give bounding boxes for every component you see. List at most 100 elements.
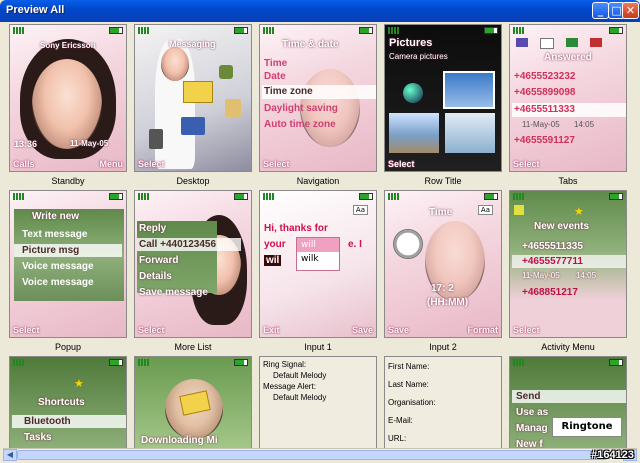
- menu-item[interactable]: New f: [516, 439, 543, 448]
- tile-caption: More List: [174, 342, 212, 352]
- input-mode: Aa: [352, 205, 368, 215]
- event-item[interactable]: +468851217: [522, 287, 578, 298]
- menu-item-selected[interactable]: Send: [516, 391, 540, 402]
- menu-item[interactable]: Time: [264, 58, 287, 69]
- typed-word[interactable]: wil: [264, 255, 282, 266]
- call-time: 14:05: [574, 120, 595, 129]
- tab-icon[interactable]: [516, 38, 528, 47]
- info-label: Message Alert:: [263, 382, 316, 391]
- call-number[interactable]: +4655523232: [514, 71, 575, 82]
- input-title: Time: [429, 207, 453, 218]
- tab-icon-active[interactable]: [540, 38, 554, 49]
- menu-title: Time & date: [282, 39, 339, 50]
- tab-icon[interactable]: [514, 205, 524, 215]
- menu-item[interactable]: Daylight saving: [264, 103, 338, 114]
- list-item[interactable]: Forward: [139, 255, 178, 266]
- operator-name: Sony Ericsson: [40, 41, 96, 50]
- input-mode: Aa: [477, 205, 493, 215]
- battery-icon: [109, 27, 123, 34]
- softkey-left: Calls: [13, 159, 35, 169]
- shortcuts-title: Shortcuts: [38, 397, 85, 408]
- suggestion-item[interactable]: wilk: [297, 252, 339, 266]
- phone-screen: Time & date Time Date Time zone Daylight…: [259, 24, 377, 172]
- event-item-selected[interactable]: +4655577711: [522, 256, 583, 267]
- suggestion-selected[interactable]: will: [297, 238, 339, 252]
- popup-item[interactable]: Text message: [22, 229, 87, 240]
- time-value[interactable]: 17: 2: [431, 283, 454, 294]
- menu-item[interactable]: Manag: [516, 423, 548, 434]
- menu-item[interactable]: Use as: [516, 407, 548, 418]
- tile-caption: Row Title: [424, 176, 462, 186]
- ring-signal-panel: Ring Signal: Default Melody Message Aler…: [259, 356, 377, 448]
- picture-thumbnail[interactable]: [389, 113, 439, 153]
- watermark: #164123: [591, 449, 634, 461]
- info-value: Default Melody: [273, 371, 327, 380]
- close-button[interactable]: ✕: [622, 2, 639, 19]
- phone-screen: Answered +4655523232 +4655899098 +465551…: [509, 24, 627, 172]
- ringtone-popup: Ringtone: [552, 417, 622, 437]
- contacts-icon: [181, 117, 205, 135]
- tab-icon[interactable]: [566, 38, 578, 47]
- phone-screen: ★ New events +4655511335 +4655577711 11-…: [509, 190, 627, 338]
- scroll-thumb[interactable]: [17, 450, 607, 460]
- time-format: (HH:MM): [427, 297, 469, 308]
- message-text: your: [264, 239, 286, 250]
- softkey-left: Select: [388, 159, 415, 169]
- tile-caption: Navigation: [296, 176, 340, 186]
- clock-date: 11-May-05: [70, 139, 109, 148]
- event-time: 14:05: [576, 271, 597, 280]
- suggestion-list[interactable]: will wilk: [296, 237, 340, 271]
- list-item[interactable]: Reply: [139, 223, 166, 234]
- phone-screen: Pictures Camera pictures Select: [384, 24, 502, 172]
- envelope-icon: [183, 81, 213, 103]
- desktop-title: Messaging: [169, 39, 216, 49]
- phone-screen: Sony Ericsson 13:36 11-May-05 Calls Menu: [9, 24, 127, 172]
- message-text: e. I: [348, 239, 362, 250]
- list-item-selected[interactable]: Call +440123456: [139, 239, 216, 250]
- picture-thumbnail-selected[interactable]: [443, 71, 495, 109]
- row-title: Pictures: [389, 37, 433, 49]
- tile-caption: Input 2: [429, 342, 457, 352]
- tile-caption: Popup: [54, 342, 82, 352]
- preview-area: Sony Ericsson 13:36 11-May-05 Calls Menu…: [3, 22, 637, 448]
- list-item[interactable]: Details: [139, 271, 172, 282]
- shortcut-item[interactable]: Tasks: [24, 432, 52, 443]
- phone-screen: Reply Call +440123456 Forward Details Sa…: [134, 190, 252, 338]
- phone-screen: Downloading Mi: [134, 356, 252, 448]
- title-bar: Preview All _ □ ✕: [0, 0, 640, 22]
- download-text: Downloading Mi: [141, 435, 218, 446]
- menu-item[interactable]: Auto time zone: [264, 119, 336, 130]
- menu-item-selected[interactable]: Time zone: [264, 86, 313, 97]
- softkey-right: Menu: [99, 159, 124, 169]
- contact-panel: First Name: Last Name: Organisation: E-M…: [384, 356, 502, 448]
- call-number-selected[interactable]: +4655511333: [514, 104, 575, 115]
- picture-thumbnail[interactable]: [445, 113, 495, 153]
- call-number[interactable]: +4655591127: [514, 135, 575, 146]
- phone-screen: Aa Time 17: 2 (HH:MM) Save Format: [384, 190, 502, 338]
- call-number[interactable]: +4655899098: [514, 87, 575, 98]
- tile-caption: Desktop: [176, 176, 210, 186]
- info-label: Organisation:: [388, 398, 436, 407]
- info-label: E-Mail:: [388, 416, 413, 425]
- info-label: Ring Signal:: [263, 360, 307, 369]
- list-item[interactable]: Save message: [139, 287, 208, 298]
- minimize-button[interactable]: _: [592, 2, 609, 19]
- popup-item[interactable]: Voice message: [22, 277, 94, 288]
- tab-icon[interactable]: [590, 38, 602, 47]
- menu-item[interactable]: Date: [264, 71, 286, 82]
- event-item[interactable]: +4655511335: [522, 241, 583, 252]
- tile-caption: Input 1: [304, 342, 332, 352]
- softkey-left: Select: [513, 325, 540, 335]
- horizontal-scrollbar[interactable]: ◀ ▶: [3, 448, 637, 461]
- popup-item[interactable]: Voice message: [22, 261, 94, 272]
- event-date: 11-May-05: [522, 271, 560, 280]
- scroll-left-button[interactable]: ◀: [3, 449, 17, 461]
- clock-time: 13:36: [14, 139, 38, 149]
- star-icon: ★: [74, 377, 84, 390]
- info-label: First Name:: [388, 362, 430, 371]
- shortcut-item-selected[interactable]: Bluetooth: [24, 416, 71, 427]
- star-icon: ★: [574, 205, 584, 218]
- gamepad-icon: [219, 65, 233, 79]
- popup-item-selected[interactable]: Picture msg: [22, 245, 79, 256]
- info-label: Last Name:: [388, 380, 429, 389]
